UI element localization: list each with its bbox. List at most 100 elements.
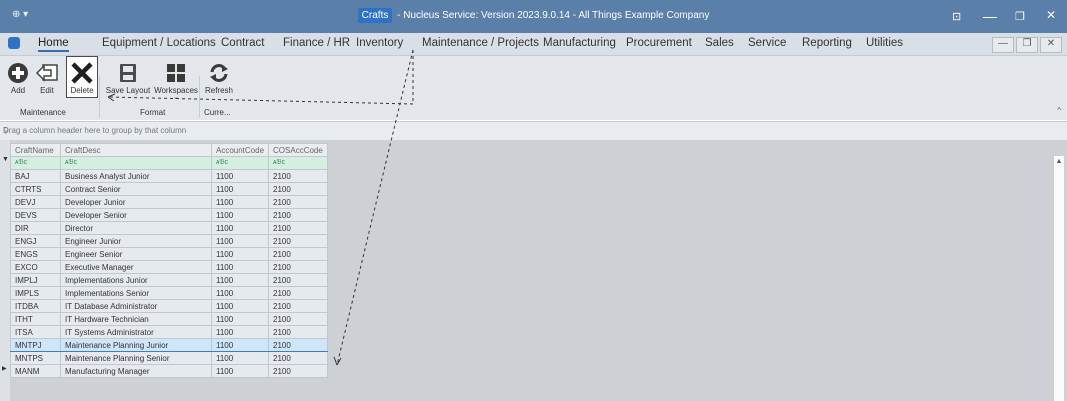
table-row[interactable]: DEVS Developer Senior 1100 2100 <box>10 208 328 222</box>
group-by-panel[interactable]: Drag a column header here to group by th… <box>0 121 1067 141</box>
table-row[interactable]: BAJ Business Analyst Junior 1100 2100 <box>10 169 328 183</box>
close-button[interactable]: ✕ <box>1046 8 1056 22</box>
menu-reporting[interactable]: Reporting <box>802 37 852 49</box>
cell-accountcode[interactable]: 1100 <box>210 338 270 352</box>
table-row[interactable]: IMPLJ Implementations Junior 1100 2100 <box>10 273 328 287</box>
menu-home[interactable]: Home <box>38 37 69 52</box>
cell-craftdesc[interactable]: Engineer Junior <box>60 234 212 248</box>
table-row[interactable]: DEVJ Developer Junior 1100 2100 <box>10 195 328 209</box>
filter-cell-craftname[interactable]: ᴀ𝔅ᴄ <box>10 156 61 170</box>
menu-inventory[interactable]: Inventory <box>356 37 403 49</box>
table-row-selected[interactable]: MNTPJ Maintenance Planning Junior 1100 2100 <box>10 338 328 352</box>
column-header-craftdesc[interactable]: CraftDesc <box>60 143 212 157</box>
cell-accountcode[interactable]: 1100 <box>210 234 270 248</box>
save-layout-button[interactable]: Save Layout <box>104 60 152 95</box>
menu-maintenance-projects[interactable]: Maintenance / Projects <box>422 37 539 49</box>
refresh-button[interactable]: Refresh <box>202 60 236 95</box>
menu-utilities[interactable]: Utilities <box>866 37 903 49</box>
cell-accountcode[interactable]: 1100 <box>210 260 270 274</box>
cell-craftname[interactable]: EXCO <box>10 260 61 274</box>
cell-craftname[interactable]: DEVJ <box>10 195 61 209</box>
cell-craftname[interactable]: BAJ <box>10 169 61 183</box>
cell-craftdesc[interactable]: Maintenance Planning Senior <box>60 351 212 365</box>
menu-contract[interactable]: Contract <box>221 37 264 49</box>
table-row[interactable]: ITHT IT Hardware Technician 1100 2100 <box>10 312 328 326</box>
cell-craftdesc[interactable]: IT Database Administrator <box>60 299 212 313</box>
cell-accountcode[interactable]: 1100 <box>210 286 270 300</box>
table-row[interactable]: ITSA IT Systems Administrator 1100 2100 <box>10 325 328 339</box>
cell-craftname[interactable]: DEVS <box>10 208 61 222</box>
workspaces-button[interactable]: Workspaces ⌄ <box>154 60 198 101</box>
cell-craftname[interactable]: ITDBA <box>10 299 61 313</box>
scroll-up-icon[interactable]: ▲ <box>1054 158 1064 165</box>
table-row[interactable]: MNTPS Maintenance Planning Senior 1100 2100 <box>10 351 328 365</box>
cell-cosacccode[interactable]: 2100 <box>268 169 328 183</box>
filter-cell-craftdesc[interactable]: ᴀ𝔅ᴄ <box>60 156 212 170</box>
menu-procurement[interactable]: Procurement <box>626 37 692 49</box>
cell-cosacccode[interactable]: 2100 <box>268 260 328 274</box>
table-row[interactable]: EXCO Executive Manager 1100 2100 <box>10 260 328 274</box>
table-row[interactable]: MANM Manufacturing Manager 1100 2100 <box>10 364 328 378</box>
cell-cosacccode[interactable]: 2100 <box>268 364 328 378</box>
cell-cosacccode[interactable]: 2100 <box>268 338 328 352</box>
cell-accountcode[interactable]: 1100 <box>210 221 270 235</box>
column-header-cosacccode[interactable]: COSAccCode <box>268 143 328 157</box>
cell-cosacccode[interactable]: 2100 <box>268 195 328 209</box>
table-row[interactable]: ENGS Engineer Senior 1100 2100 <box>10 247 328 261</box>
table-row[interactable]: ITDBA IT Database Administrator 1100 2100 <box>10 299 328 313</box>
cell-craftdesc[interactable]: Manufacturing Manager <box>60 364 212 378</box>
cell-craftdesc[interactable]: Implementations Senior <box>60 286 212 300</box>
cell-cosacccode[interactable]: 2100 <box>268 351 328 365</box>
restore-layout-icon[interactable]: ⊡ <box>952 10 961 23</box>
cell-cosacccode[interactable]: 2100 <box>268 182 328 196</box>
cell-accountcode[interactable]: 1100 <box>210 208 270 222</box>
column-header-accountcode[interactable]: AccountCode <box>210 143 270 157</box>
filter-icon[interactable]: ▼ <box>2 156 9 163</box>
cell-accountcode[interactable]: 1100 <box>210 325 270 339</box>
menu-manufacturing[interactable]: Manufacturing <box>543 37 616 49</box>
cell-cosacccode[interactable]: 2100 <box>268 208 328 222</box>
cell-craftdesc[interactable]: IT Hardware Technician <box>60 312 212 326</box>
cell-accountcode[interactable]: 1100 <box>210 182 270 196</box>
cell-accountcode[interactable]: 1100 <box>210 247 270 261</box>
cell-accountcode[interactable]: 1100 <box>210 195 270 209</box>
column-header-craftname[interactable]: CraftName <box>10 143 61 157</box>
cell-accountcode[interactable]: 1100 <box>210 364 270 378</box>
cell-accountcode[interactable]: 1100 <box>210 351 270 365</box>
cell-cosacccode[interactable]: 2100 <box>268 325 328 339</box>
cell-cosacccode[interactable]: 2100 <box>268 286 328 300</box>
cell-cosacccode[interactable]: 2100 <box>268 273 328 287</box>
cell-craftdesc[interactable]: Business Analyst Junior <box>60 169 212 183</box>
table-row[interactable]: IMPLS Implementations Senior 1100 2100 <box>10 286 328 300</box>
mdi-restore-button[interactable]: ❐ <box>1016 37 1038 53</box>
cell-craftname[interactable]: ITHT <box>10 312 61 326</box>
table-row[interactable]: CTRTS Contract Senior 1100 2100 <box>10 182 328 196</box>
table-row[interactable]: DIR Director 1100 2100 <box>10 221 328 235</box>
cell-accountcode[interactable]: 1100 <box>210 169 270 183</box>
menu-equipment-locations[interactable]: Equipment / Locations <box>102 37 216 49</box>
app-icon[interactable] <box>8 37 20 49</box>
cell-craftdesc[interactable]: Maintenance Planning Junior <box>60 338 212 352</box>
edit-button[interactable]: Edit <box>32 60 62 95</box>
cell-craftname[interactable]: MNTPS <box>10 351 61 365</box>
cell-craftdesc[interactable]: IT Systems Administrator <box>60 325 212 339</box>
menu-sales[interactable]: Sales <box>705 37 734 49</box>
collapse-ribbon-icon[interactable]: ^ <box>1057 106 1061 115</box>
table-row[interactable]: ENGJ Engineer Junior 1100 2100 <box>10 234 328 248</box>
cell-craftdesc[interactable]: Developer Junior <box>60 195 212 209</box>
cell-craftname[interactable]: IMPLS <box>10 286 61 300</box>
cell-craftdesc[interactable]: Contract Senior <box>60 182 212 196</box>
vertical-scrollbar[interactable]: ▲ <box>1053 156 1064 401</box>
cell-craftdesc[interactable]: Executive Manager <box>60 260 212 274</box>
cell-craftdesc[interactable]: Developer Senior <box>60 208 212 222</box>
cell-craftdesc[interactable]: Engineer Senior <box>60 247 212 261</box>
cell-craftdesc[interactable]: Implementations Junior <box>60 273 212 287</box>
add-button[interactable]: Add <box>4 60 32 95</box>
cell-cosacccode[interactable]: 2100 <box>268 221 328 235</box>
cell-accountcode[interactable]: 1100 <box>210 273 270 287</box>
maximize-button[interactable]: ❐ <box>1015 10 1025 23</box>
cell-accountcode[interactable]: 1100 <box>210 312 270 326</box>
cell-craftdesc[interactable]: Director <box>60 221 212 235</box>
cell-craftname[interactable]: ITSA <box>10 325 61 339</box>
filter-cell-accountcode[interactable]: ᴀ𝔅ᴄ <box>210 156 270 170</box>
